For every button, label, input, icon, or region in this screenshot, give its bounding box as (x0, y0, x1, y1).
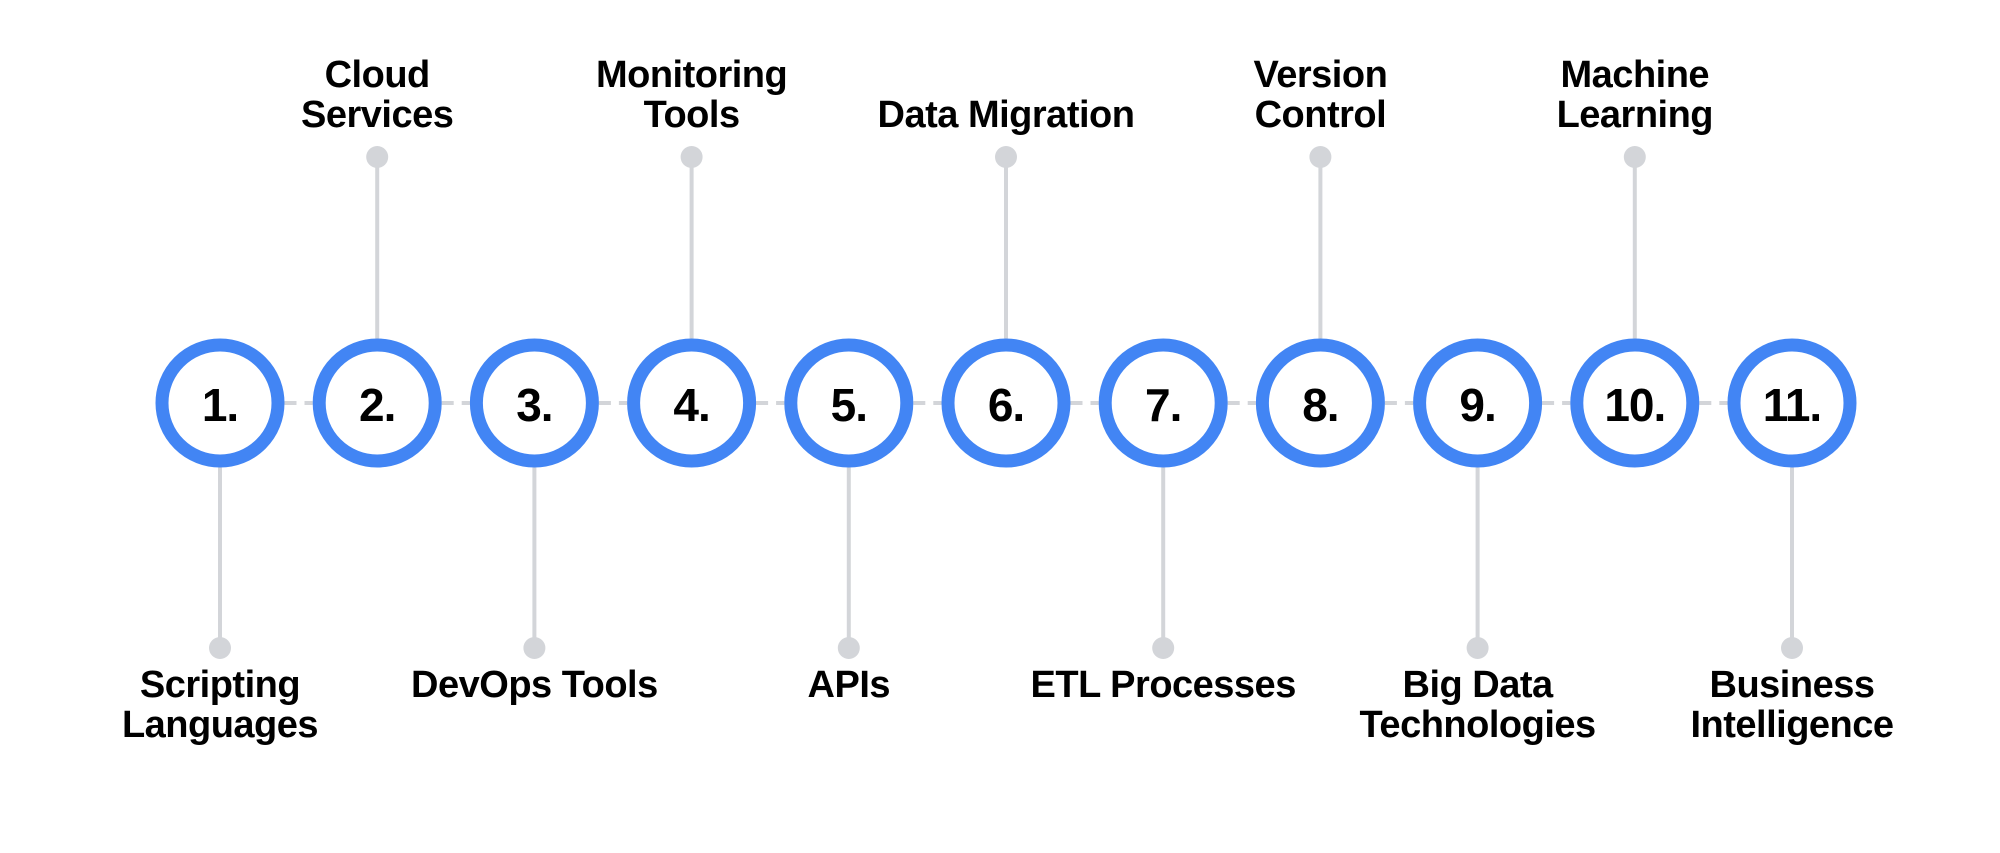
stem-dot (209, 637, 231, 659)
stem-dot (1466, 637, 1489, 659)
stem-dot (523, 637, 546, 659)
step-number: 2. (359, 379, 396, 431)
timeline-diagram: 1. Scripting Languages 2. Cloud Services 3. Dev… (0, 0, 2000, 848)
step-label: Data Migration (878, 95, 1135, 135)
step-label-line: Control (1254, 94, 1387, 136)
step-label-line: DevOps Tools (411, 664, 658, 706)
step-number: 7. (1145, 379, 1182, 431)
step-label: Big Data Technologies (1359, 664, 1597, 746)
step-number: 1. (201, 379, 239, 431)
step-label-line: Languages (121, 704, 319, 746)
stem-dot (1309, 146, 1332, 168)
step-label-line: Cloud (324, 54, 431, 96)
step-label-line: Services (301, 94, 454, 136)
step-label: Cloud Services (301, 54, 454, 136)
step-label: Monitoring Tools (595, 54, 788, 136)
step-number: 11. (1762, 379, 1822, 431)
step-label: Business Intelligence (1690, 664, 1894, 746)
step-label: Machine Learning (1556, 54, 1714, 136)
stem-dot (1623, 146, 1646, 168)
step-number: 3. (516, 379, 553, 431)
stem-dot (680, 146, 703, 168)
step-label-line: Learning (1556, 94, 1714, 136)
step-label: DevOps Tools (411, 665, 658, 705)
step-label-line: Intelligence (1690, 704, 1894, 746)
step-label-line: Scripting (139, 664, 301, 706)
step-label-line: Big Data (1402, 664, 1554, 706)
step-number: 6. (987, 379, 1025, 431)
stem-dot (1152, 637, 1175, 659)
step-label-line: ETL Processes (1030, 664, 1297, 706)
step-number: 9. (1459, 379, 1496, 431)
stem-dot (837, 637, 860, 659)
stem-dot (995, 146, 1017, 168)
step-label: Version Control (1253, 55, 1387, 135)
step-label-line: Tools (643, 94, 741, 136)
step-label-line: Technologies (1359, 704, 1597, 746)
step-number: 10. (1604, 379, 1666, 431)
stem-dot (366, 146, 389, 168)
step-number: 4. (673, 379, 710, 431)
step-label-line: Data Migration (877, 94, 1135, 136)
step-label: ETL Processes (1030, 664, 1297, 706)
step-number: 5. (830, 379, 868, 431)
step-label: APIs (807, 664, 891, 706)
step-number: 8. (1302, 379, 1339, 431)
step-label-line: Machine (1560, 54, 1710, 96)
step-label-line: APIs (807, 664, 891, 706)
step-label-line: Business (1709, 664, 1875, 706)
stem-dot (1781, 637, 1803, 659)
step-label-line: Monitoring (595, 54, 788, 96)
step-label: Scripting Languages (121, 664, 319, 746)
step-label-line: Version (1253, 54, 1388, 96)
